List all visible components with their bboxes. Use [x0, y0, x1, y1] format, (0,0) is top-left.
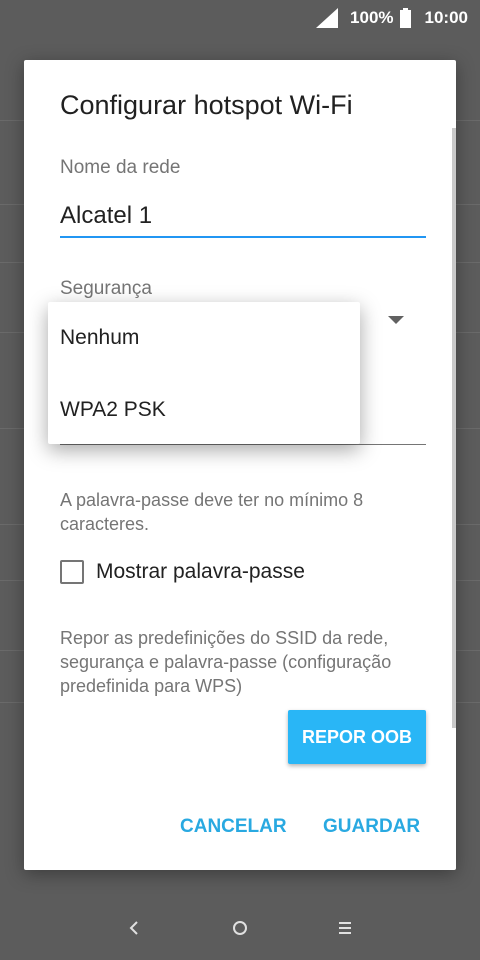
- reset-description: Repor as predefinições do SSID da rede, …: [60, 628, 392, 696]
- hotspot-dialog: Configurar hotspot Wi-Fi Nome da rede Se…: [24, 60, 456, 870]
- security-option-none[interactable]: Nenhum: [60, 326, 139, 350]
- password-hint: A palavra-passe deve ter no mínimo 8 car…: [60, 490, 364, 534]
- battery-percent: 100%: [350, 8, 394, 27]
- password-field-underline: [60, 444, 426, 445]
- show-password-row[interactable]: Mostrar palavra-passe: [60, 560, 305, 584]
- recents-icon[interactable]: [333, 916, 357, 940]
- show-password-checkbox[interactable]: [60, 560, 84, 584]
- save-button[interactable]: GUARDAR: [323, 816, 420, 838]
- dropdown-arrow-icon[interactable]: [388, 316, 404, 324]
- battery-icon: [399, 8, 411, 28]
- security-dropdown-menu: Nenhum WPA2 PSK: [48, 302, 360, 444]
- home-icon[interactable]: [228, 916, 252, 940]
- back-icon[interactable]: [122, 916, 146, 940]
- security-option-wpa2[interactable]: WPA2 PSK: [60, 398, 166, 422]
- scrollbar[interactable]: [452, 128, 456, 728]
- dialog-title: Configurar hotspot Wi-Fi: [60, 90, 353, 120]
- reset-oob-button[interactable]: REPOR OOB: [288, 710, 426, 764]
- show-password-label: Mostrar palavra-passe: [96, 560, 305, 583]
- network-name-input[interactable]: [60, 196, 426, 238]
- status-bar: 100% 10:00: [0, 0, 480, 36]
- clock: 10:00: [424, 8, 468, 27]
- security-label: Segurança: [60, 278, 152, 299]
- network-name-label: Nome da rede: [60, 157, 181, 178]
- navigation-bar: [0, 896, 480, 960]
- cancel-button[interactable]: CANCELAR: [180, 816, 287, 838]
- signal-icon: [316, 8, 339, 28]
